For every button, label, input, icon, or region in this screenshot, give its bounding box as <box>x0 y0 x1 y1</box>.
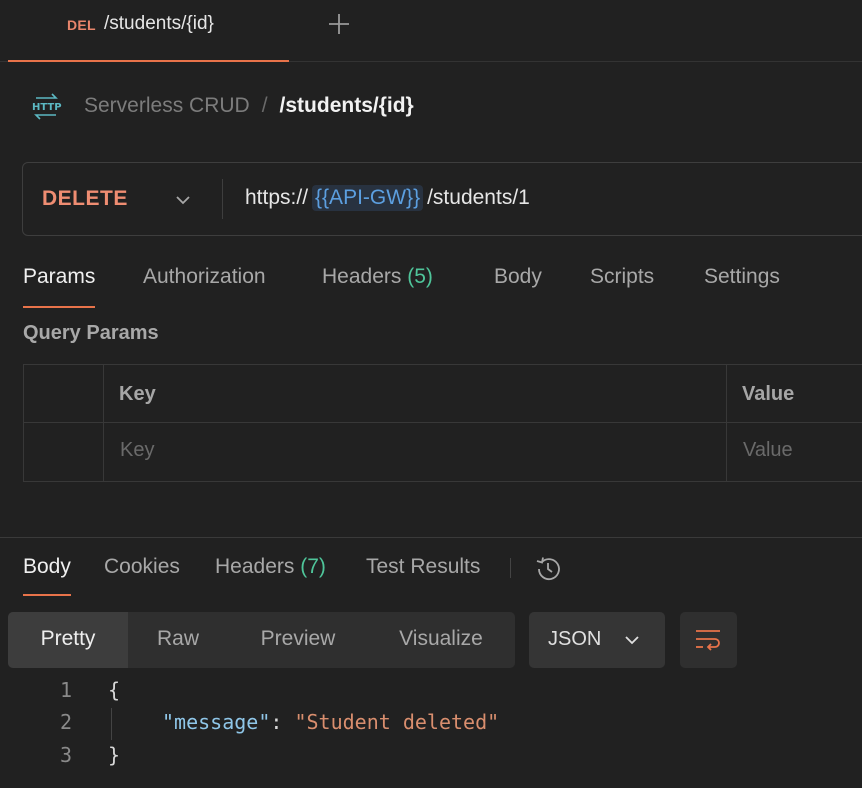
headers-count-badge: (5) <box>407 265 433 288</box>
json-open-brace: { <box>108 678 121 702</box>
tab-authorization[interactable]: Authorization <box>143 264 266 308</box>
response-tab-headers-label: Headers <box>215 555 295 578</box>
checkbox-column-header <box>24 365 104 423</box>
response-tab-headers[interactable]: Headers (7) <box>215 554 326 596</box>
svg-text:HTTP: HTTP <box>32 102 62 113</box>
url-input[interactable]: https:// {{API-GW}} /students/1 <box>245 185 530 211</box>
url-environment-variable[interactable]: {{API-GW}} <box>312 185 424 211</box>
chevron-down-icon <box>625 636 639 645</box>
tab-separator <box>510 558 511 578</box>
history-icon[interactable] <box>533 554 563 584</box>
tab-headers[interactable]: Headers (5) <box>322 264 433 308</box>
response-tabs: Body Cookies Headers (7) Test Results <box>23 554 862 596</box>
request-tab-method: DEL <box>67 17 96 33</box>
key-column-header: Key <box>104 365 727 423</box>
method-select[interactable]: DELETE <box>23 163 223 235</box>
code-line: 1 { <box>0 678 862 710</box>
table-header-row: Key Value <box>24 365 862 423</box>
request-tab-path: /students/{id} <box>104 13 214 34</box>
tab-headers-label: Headers <box>322 265 402 288</box>
url-prefix: https:// <box>245 186 309 209</box>
url-path: /students/1 <box>427 186 530 209</box>
row-checkbox-cell <box>24 423 104 481</box>
breadcrumb-collection[interactable]: Serverless CRUD <box>84 94 250 118</box>
key-input[interactable]: Key <box>104 423 727 481</box>
breadcrumb: HTTP Serverless CRUD / /students/{id} <box>30 88 414 124</box>
response-tab-body[interactable]: Body <box>23 554 71 596</box>
breadcrumb-separator: / <box>261 94 268 117</box>
response-tab-test-results[interactable]: Test Results <box>366 554 480 596</box>
visualize-button[interactable]: Visualize <box>378 612 504 668</box>
url-bar: DELETE https:// {{API-GW}} /students/1 <box>22 162 862 236</box>
wrap-lines-button[interactable] <box>680 612 737 668</box>
method-label: DELETE <box>42 187 128 210</box>
line-number: 3 <box>59 743 72 767</box>
breadcrumb-current-request[interactable]: /students/{id} <box>280 94 414 118</box>
preview-button[interactable]: Preview <box>238 612 358 668</box>
response-divider[interactable] <box>0 537 862 538</box>
json-close-brace: } <box>108 743 121 767</box>
request-tab[interactable]: DEL /students/{id} <box>8 0 289 62</box>
response-tab-cookies[interactable]: Cookies <box>104 554 180 596</box>
chevron-down-icon <box>176 196 190 205</box>
json-key: "message" <box>162 710 271 734</box>
tab-bar: DEL /students/{id} <box>0 0 862 62</box>
raw-button[interactable]: Raw <box>128 612 228 668</box>
http-icon: HTTP <box>32 93 62 120</box>
query-params-table: Key Value Key Value <box>23 364 862 482</box>
value-input[interactable]: Value <box>727 423 862 481</box>
plus-icon[interactable] <box>326 11 352 37</box>
json-pair: "message": "Student deleted" <box>162 710 499 734</box>
json-colon: : <box>270 710 295 734</box>
json-string-value: "Student deleted" <box>294 710 500 734</box>
line-number: 2 <box>59 710 72 734</box>
postman-request-window: DEL /students/{id} HTTP Serverless CRUD … <box>0 0 862 788</box>
format-select[interactable]: JSON <box>529 612 665 668</box>
code-line: 3 } <box>0 743 862 775</box>
tab-body[interactable]: Body <box>494 264 542 308</box>
line-number: 1 <box>59 678 72 702</box>
code-line: 2 "message": "Student deleted" <box>0 710 862 742</box>
tab-settings[interactable]: Settings <box>704 264 780 308</box>
table-row: Key Value <box>24 423 862 481</box>
url-divider <box>222 179 223 219</box>
request-tabs: Params Authorization Headers (5) Body Sc… <box>23 264 862 308</box>
response-body-code[interactable]: 1 { 2 "message": "Student deleted" 3 } <box>0 676 862 788</box>
tab-params[interactable]: Params <box>23 264 96 308</box>
wrap-lines-icon <box>696 630 720 651</box>
format-label: JSON <box>548 628 602 650</box>
view-mode-group: Pretty Raw Preview Visualize <box>8 612 515 668</box>
response-headers-count-badge: (7) <box>300 555 326 578</box>
value-column-header: Value <box>742 383 795 405</box>
tab-scripts[interactable]: Scripts <box>590 264 654 308</box>
query-params-title: Query Params <box>23 322 159 344</box>
pretty-button[interactable]: Pretty <box>8 612 128 668</box>
